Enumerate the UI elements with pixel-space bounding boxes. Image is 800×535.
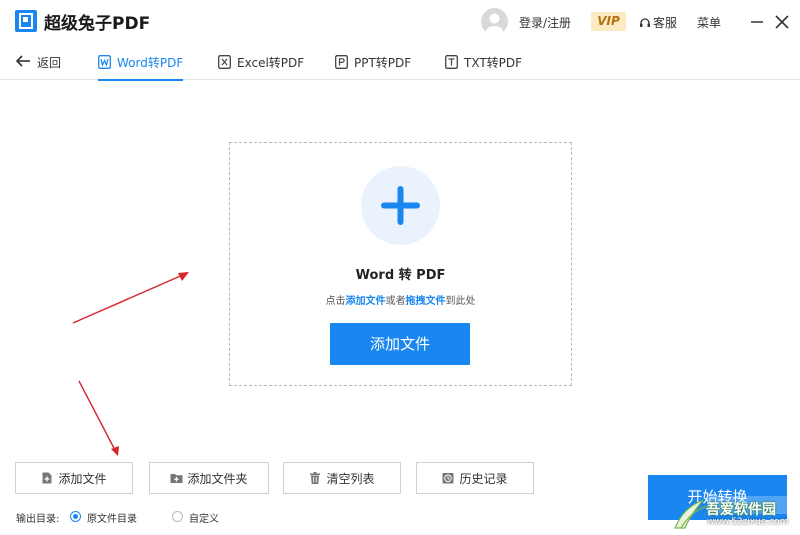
toolbar-add-file-button[interactable]: 添加文件 bbox=[15, 462, 133, 494]
hint-suffix: 到此处 bbox=[445, 296, 476, 307]
title-bar: 超级兔子PDF 登录/注册 VIP 客服 菜单 bbox=[0, 0, 800, 44]
plus-icon bbox=[381, 186, 420, 225]
ppt-icon bbox=[335, 55, 348, 69]
vip-badge[interactable]: VIP bbox=[591, 12, 626, 31]
output-directory-label: 输出目录: bbox=[16, 514, 60, 525]
add-file-button[interactable]: 添加文件 bbox=[330, 323, 470, 365]
add-folder-label: 添加文件夹 bbox=[187, 471, 248, 486]
add-file-label: 添加文件 bbox=[58, 471, 107, 486]
login-register-link[interactable]: 登录/注册 bbox=[519, 14, 571, 31]
tab-txt-to-pdf[interactable]: TXT转PDF bbox=[445, 44, 522, 80]
file-drop-zone[interactable]: Word 转 PDF 点击添加文件或者拖拽文件到此处 添加文件 bbox=[229, 142, 572, 386]
app-window: 超级兔子PDF 登录/注册 VIP 客服 菜单 返回 Word转PDF Exce… bbox=[0, 0, 800, 535]
close-icon[interactable] bbox=[773, 13, 791, 31]
hint-or: 或者 bbox=[385, 296, 406, 307]
annotation-arrow-to-dropzone bbox=[72, 272, 189, 324]
watermark-name: 吾爱软件园 bbox=[706, 502, 776, 518]
hint-drag-file: 拖拽文件 bbox=[405, 296, 446, 307]
hint-prefix: 点击 bbox=[325, 296, 346, 307]
add-file-icon bbox=[41, 472, 53, 484]
toolbar-add-folder-button[interactable]: 添加文件夹 bbox=[149, 462, 269, 494]
txt-icon bbox=[445, 55, 458, 69]
customer-service-label: 客服 bbox=[653, 16, 678, 30]
radio-original-directory-label: 原文件目录 bbox=[87, 514, 137, 525]
customer-service-button[interactable]: 客服 bbox=[639, 14, 677, 32]
annotation-arrow-to-add-file bbox=[78, 380, 119, 456]
app-title: 超级兔子PDF bbox=[44, 14, 151, 34]
minimize-icon[interactable] bbox=[749, 14, 765, 30]
tab-txt-label: TXT转PDF bbox=[464, 55, 523, 70]
radio-custom-directory[interactable] bbox=[172, 511, 183, 522]
tab-excel-to-pdf[interactable]: Excel转PDF bbox=[218, 44, 304, 80]
toolbar-history-button[interactable]: 历史记录 bbox=[416, 462, 534, 494]
radio-custom-directory-label: 自定义 bbox=[189, 514, 219, 525]
radio-original-directory[interactable] bbox=[70, 511, 81, 522]
headset-icon bbox=[639, 17, 651, 32]
excel-icon bbox=[218, 55, 231, 69]
tab-excel-label: Excel转PDF bbox=[237, 55, 305, 70]
word-icon bbox=[98, 55, 111, 69]
conversion-tabs: 返回 Word转PDF Excel转PDF PPT转PDF TXT转PDF bbox=[0, 44, 800, 81]
trash-icon bbox=[309, 472, 321, 484]
back-button[interactable]: 返回 bbox=[15, 44, 61, 80]
drop-zone-title: Word 转 PDF bbox=[355, 268, 446, 283]
watermark-url: www.52zixue.com bbox=[707, 517, 789, 527]
back-label: 返回 bbox=[37, 55, 62, 70]
app-logo-icon bbox=[15, 10, 37, 32]
back-arrow-icon bbox=[15, 54, 37, 70]
toolbar-clear-list-button[interactable]: 清空列表 bbox=[283, 462, 401, 494]
hint-add-file-link[interactable]: 添加文件 bbox=[346, 296, 386, 307]
menu-button[interactable]: 菜单 bbox=[697, 14, 721, 31]
drop-zone-hint: 点击添加文件或者拖拽文件到此处 bbox=[230, 292, 571, 307]
tab-ppt-label: PPT转PDF bbox=[354, 55, 412, 70]
tab-ppt-to-pdf[interactable]: PPT转PDF bbox=[335, 44, 411, 80]
add-file-plus-button[interactable] bbox=[361, 166, 440, 245]
avatar[interactable] bbox=[481, 8, 508, 35]
clear-list-label: 清空列表 bbox=[326, 471, 375, 486]
history-icon bbox=[442, 472, 454, 484]
add-folder-icon bbox=[170, 472, 183, 484]
tab-word-to-pdf[interactable]: Word转PDF bbox=[98, 44, 184, 81]
tab-word-label: Word转PDF bbox=[117, 55, 184, 70]
history-label: 历史记录 bbox=[459, 471, 508, 486]
